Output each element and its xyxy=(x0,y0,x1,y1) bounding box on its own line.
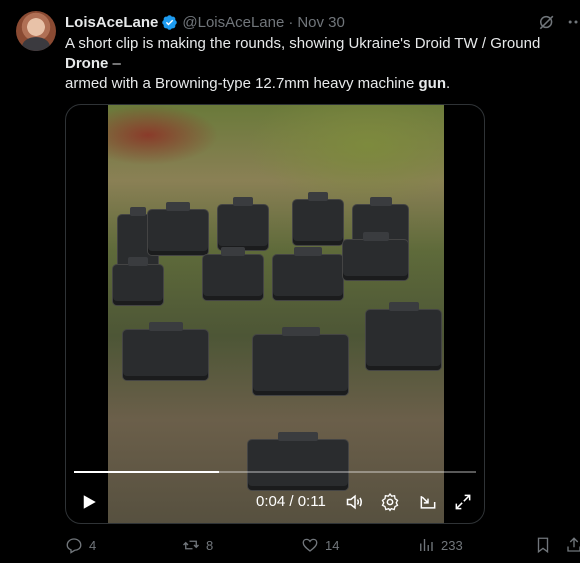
reply-count: 4 xyxy=(89,537,97,553)
views-icon xyxy=(420,539,433,551)
action-bar: 4 8 14 233 xyxy=(0,536,580,560)
play-button[interactable] xyxy=(76,489,102,515)
post-text-bold: Drone xyxy=(65,55,109,72)
post-text-segment: armed with a Browning-type 12.7mm heavy … xyxy=(65,75,419,92)
like-button[interactable]: 14 xyxy=(301,536,339,554)
duration: 0:11 xyxy=(297,493,326,510)
pip-icon xyxy=(420,496,436,509)
progress-fill xyxy=(74,471,219,473)
progress-bar[interactable] xyxy=(74,471,476,473)
post-text-segment: . xyxy=(446,75,451,92)
post-text-segment: A short clip is making the rounds, showi… xyxy=(65,35,541,52)
drone-image xyxy=(203,247,263,300)
volume-button[interactable] xyxy=(342,489,368,515)
volume-icon xyxy=(346,494,362,510)
drone-image xyxy=(248,432,348,490)
post-text-segment: – xyxy=(108,55,121,72)
post-date[interactable]: Nov 30 xyxy=(297,14,345,31)
avatar[interactable] xyxy=(16,11,56,51)
separator-dot: · xyxy=(288,13,294,31)
bookmark-button[interactable] xyxy=(534,536,558,554)
author-handle[interactable]: @LoisAceLane xyxy=(182,14,284,31)
play-icon xyxy=(83,495,96,509)
bookmark-icon xyxy=(537,537,549,554)
drone-image xyxy=(253,327,348,395)
more-icon[interactable] xyxy=(566,12,580,32)
like-icon xyxy=(302,538,318,552)
like-count: 14 xyxy=(325,537,340,553)
drone-image xyxy=(343,232,408,280)
post-header: LoisAceLane @LoisAceLane · Nov 30 xyxy=(65,12,345,32)
views-count: 233 xyxy=(441,537,463,553)
settings-icon xyxy=(381,493,399,512)
repost-button[interactable]: 8 xyxy=(182,536,213,554)
video-frame[interactable] xyxy=(108,105,444,523)
repost-count: 8 xyxy=(206,537,214,553)
video-time: 0:04 / 0:11 xyxy=(256,493,326,510)
author-name[interactable]: LoisAceLane xyxy=(65,14,158,31)
drone-image xyxy=(148,202,208,255)
drone-image xyxy=(113,257,163,305)
drone-image xyxy=(273,247,343,300)
drone-image xyxy=(366,302,441,370)
time-separator: / xyxy=(285,493,298,510)
verified-badge-icon xyxy=(162,14,178,30)
drone-image xyxy=(123,322,208,380)
repost-icon xyxy=(183,540,199,550)
current-time: 0:04 xyxy=(256,493,286,510)
post-text: A short clip is making the rounds, showi… xyxy=(65,34,570,94)
grok-icon[interactable] xyxy=(537,12,557,32)
share-button[interactable] xyxy=(565,536,580,554)
fullscreen-icon xyxy=(455,494,471,510)
drone-image xyxy=(218,197,268,250)
reply-icon xyxy=(66,538,82,554)
share-icon xyxy=(567,537,580,552)
settings-button[interactable] xyxy=(377,489,403,515)
views-button[interactable]: 233 xyxy=(417,536,463,554)
video-player[interactable]: 0:04 / 0:11 xyxy=(65,104,485,524)
drone-image xyxy=(293,192,343,245)
fullscreen-button[interactable] xyxy=(450,489,476,515)
reply-button[interactable]: 4 xyxy=(65,536,96,554)
post-text-bold: gun xyxy=(418,75,447,92)
pip-button[interactable] xyxy=(415,489,441,515)
